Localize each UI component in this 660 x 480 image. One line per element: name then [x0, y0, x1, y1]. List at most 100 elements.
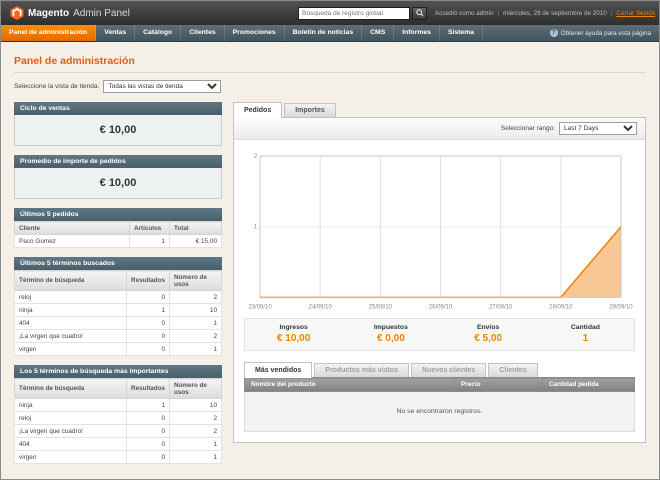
nav-item-promotions[interactable]: Promociones — [225, 25, 285, 41]
total-tax: Impuestos € 0,00 — [373, 324, 408, 345]
tab-new-customers[interactable]: Nuevos clientes — [411, 363, 487, 378]
last-orders-card: Últimos 5 pedidos Cliente Artículos Tota… — [14, 208, 222, 248]
nav-item-reports[interactable]: Informes — [394, 25, 440, 41]
last-orders-table: Cliente Artículos Total Paco Gomez 1 € 1… — [14, 221, 222, 248]
table-row[interactable]: 404 0 1 — [13, 437, 222, 451]
svg-text:29/09/10: 29/09/10 — [609, 304, 633, 310]
global-search-input[interactable] — [298, 6, 410, 20]
brand: Magento Admin Panel — [10, 6, 160, 20]
page-content: Panel de administración Seleccione la vi… — [1, 42, 659, 473]
store-view-select[interactable]: Todas las vistas de tienda — [103, 80, 222, 93]
lifetime-sales-value: € 10,00 — [14, 115, 222, 146]
current-date: miércoles, 29 de septiembre de 2010 — [503, 9, 607, 17]
column-header: Cliente — [14, 221, 130, 235]
logout-link[interactable]: Cerrar Sesión — [616, 10, 655, 17]
search-icon — [415, 9, 424, 17]
column-header: Número de usos — [169, 378, 222, 399]
table-row[interactable]: virgen 0 1 — [13, 342, 222, 356]
column-header: Término de búsqueda — [13, 270, 128, 291]
products-tabs: Más vendidos Productos más vistos Nuevos… — [244, 362, 635, 379]
column-header: Cantidad pedida — [542, 377, 635, 393]
global-search — [298, 6, 427, 20]
total-quantity: Cantidad 1 — [570, 324, 600, 345]
nav-item-catalog[interactable]: Catálogo — [135, 25, 182, 41]
column-header: Resultados — [126, 378, 170, 399]
nav-item-dashboard[interactable]: Panel de administración — [1, 25, 97, 41]
svg-text:28/09/10: 28/09/10 — [549, 304, 573, 310]
nav-item-customers[interactable]: Clientes — [181, 25, 225, 41]
magento-admin-window: Magento Admin Panel Accedió como admin |… — [0, 0, 660, 480]
tab-amounts[interactable]: Importes — [284, 103, 336, 117]
column-header: Número de usos — [169, 270, 222, 291]
tab-customers[interactable]: Clientes — [488, 363, 538, 378]
average-orders-title: Promedio de importe de pedidos — [14, 155, 222, 168]
svg-text:25/09/10: 25/09/10 — [369, 304, 393, 310]
column-header: Resultados — [126, 270, 170, 291]
tab-orders[interactable]: Pedidos — [233, 102, 283, 118]
nav-item-sales[interactable]: Ventas — [96, 25, 136, 41]
table-row[interactable]: reloj 0 2 — [13, 411, 222, 425]
svg-text:23/09/10: 23/09/10 — [248, 304, 272, 310]
range-select[interactable]: Last 7 Days — [559, 122, 637, 135]
last-search-card: Últimos 5 términos buscados Término de b… — [13, 257, 222, 356]
help-label: Obtener ayuda para esta página — [560, 29, 651, 37]
column-header: Artículos — [129, 221, 170, 235]
help-link[interactable]: ? Obtener ayuda para esta página — [542, 25, 659, 41]
chart-area: 1 2 23/09/10 24/09/10 25/09/10 26/09/10 27/09/… — [234, 140, 645, 315]
last-search-table: Término de búsqueda Resultados Número de… — [13, 270, 222, 356]
table-row[interactable]: virgen 0 1 — [13, 450, 222, 464]
total-shipping: Envíos € 5,00 — [474, 324, 503, 345]
column-header: Término de búsqueda — [13, 378, 128, 399]
global-search-button[interactable] — [412, 6, 427, 20]
session-info: Accedió como admin | miércoles, 29 de se… — [435, 10, 655, 17]
magento-logo-icon — [10, 6, 24, 20]
nav-item-newsletter[interactable]: Boletín de noticias — [285, 25, 363, 41]
top-search-title: Los 5 términos de búsqueda más important… — [14, 365, 222, 378]
table-row[interactable]: ninja 1 10 — [13, 303, 222, 317]
nav-item-cms[interactable]: CMS — [362, 25, 395, 41]
totals-bar: Ingresos € 10,00 Impuestos € 0,00 Envíos… — [244, 318, 635, 352]
total-revenue: Ingresos € 10,00 — [276, 324, 311, 345]
top-search-card: Los 5 términos de búsqueda más important… — [13, 365, 222, 464]
table-row[interactable]: ninja 1 10 — [13, 398, 222, 412]
table-row[interactable]: reloj 0 2 — [13, 290, 222, 304]
chart-tabs: Pedidos Importes — [233, 102, 646, 118]
orders-panel: Seleccionar rango: Last 7 Days 1 2 23/09/1… — [233, 117, 646, 444]
top-search-table: Término de búsqueda Resultados Número de… — [13, 378, 222, 464]
svg-text:27/09/10: 27/09/10 — [489, 304, 513, 310]
empty-message: No se encontraron registros. — [244, 391, 635, 433]
brand-name: Magento — [28, 7, 70, 19]
last-search-title: Últimos 5 términos buscados — [14, 257, 222, 270]
lifetime-sales-title: Ciclo de ventas — [14, 102, 222, 115]
svg-text:26/09/10: 26/09/10 — [429, 304, 453, 310]
store-switcher-label: Seleccione la vista de tienda: — [14, 83, 100, 90]
range-bar: Seleccionar rango: Last 7 Days — [234, 118, 645, 140]
separator: | — [610, 9, 613, 17]
empty-row: No se encontraron registros. — [244, 391, 635, 433]
lifetime-sales-card: Ciclo de ventas € 10,00 — [14, 102, 222, 146]
help-icon: ? — [549, 29, 558, 37]
main-nav: Panel de administración Ventas Catálogo … — [1, 25, 659, 42]
svg-text:2: 2 — [254, 154, 258, 160]
svg-text:1: 1 — [254, 225, 258, 231]
logged-in-text: Accedió como admin — [435, 9, 494, 17]
orders-chart: 1 2 23/09/10 24/09/10 25/09/10 26/09/10 27/09/… — [248, 154, 633, 310]
bestsellers-table: Nombre del producto Precio Cantidad pedi… — [244, 377, 635, 433]
tab-bestsellers[interactable]: Más vendidos — [244, 362, 313, 379]
tab-most-viewed[interactable]: Productos más vistos — [314, 363, 410, 378]
table-row[interactable]: ¡La virgen que cuadro! 0 2 — [13, 329, 222, 343]
table-row[interactable]: ¡La virgen que cuadro! 0 2 — [13, 424, 222, 438]
dashboard-left-column: Ciclo de ventas € 10,00 Promedio de impo… — [13, 102, 222, 473]
column-header: Total — [169, 221, 222, 235]
nav-item-system[interactable]: Sistema — [440, 25, 484, 41]
column-header: Nombre del producto — [244, 377, 455, 393]
table-row[interactable]: 404 0 1 — [13, 316, 222, 330]
page-title: Panel de administración — [14, 55, 135, 67]
top-header: Magento Admin Panel Accedió como admin |… — [1, 1, 659, 25]
table-row[interactable]: Paco Gomez 1 € 15,00 — [14, 234, 222, 248]
last-orders-title: Últimos 5 pedidos — [14, 208, 222, 221]
average-orders-card: Promedio de importe de pedidos € 10,00 — [14, 155, 222, 199]
brand-subtitle: Admin Panel — [73, 7, 130, 19]
range-label: Seleccionar rango: — [500, 125, 555, 132]
dashboard-right-column: Pedidos Importes Seleccionar rango: Last… — [233, 102, 646, 473]
